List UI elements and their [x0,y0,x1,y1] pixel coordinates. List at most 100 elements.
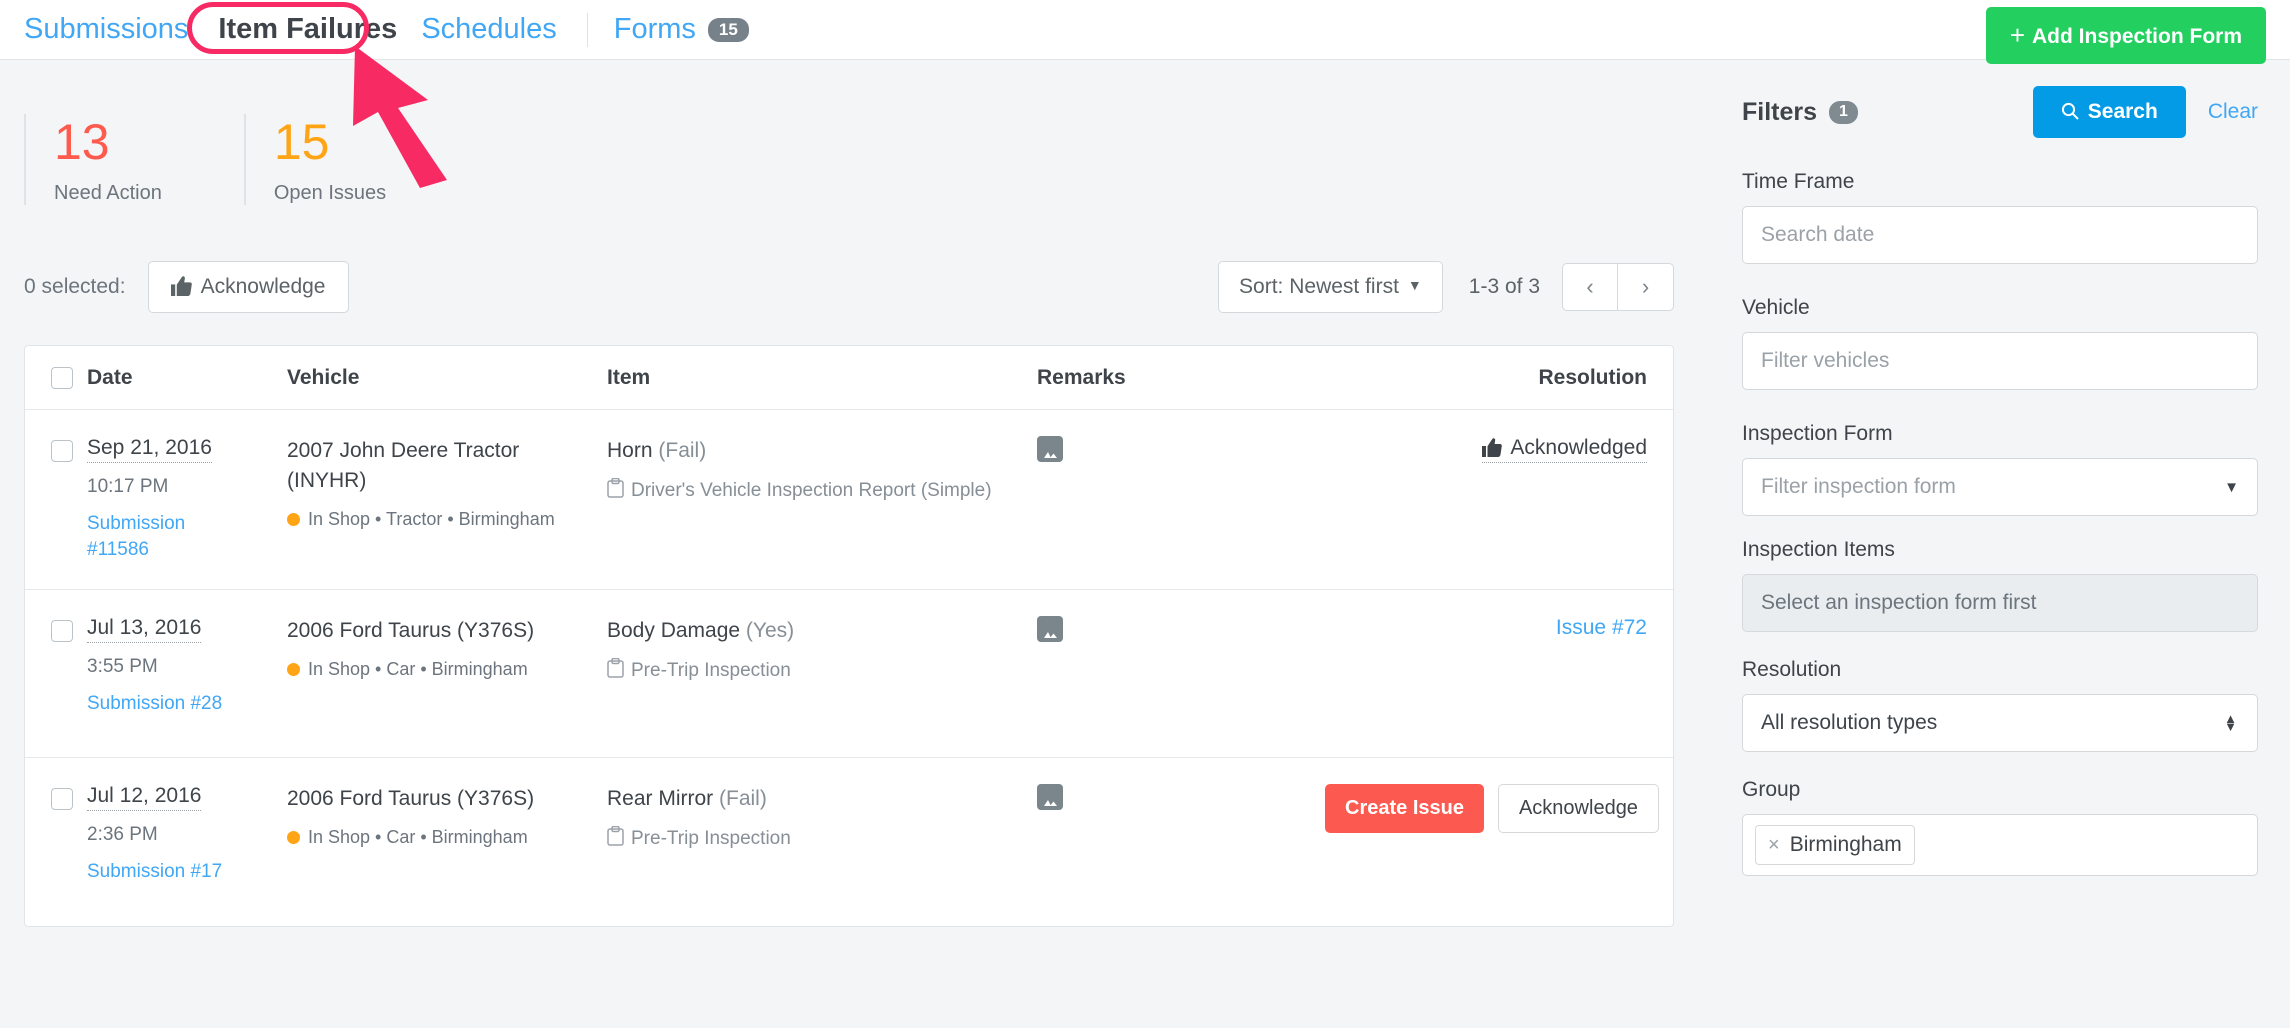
row-select-cell [25,784,87,900]
sort-label: Sort: Newest first [1239,275,1399,298]
stat-open-issues-label: Open Issues [274,182,386,205]
cell-item: Body Damage (Yes) Pre-Trip Inspection [607,616,1037,731]
item-failures-table: Date Vehicle Item Remarks Resolution Sep… [24,345,1674,927]
cell-date: Sep 21, 2016 10:17 PM Submission #11586 [87,436,287,563]
vehicle-meta-label: In Shop • Tractor • Birmingham [308,509,555,530]
column-header-item[interactable]: Item [607,366,1037,390]
filter-label-vehicle: Vehicle [1742,296,2258,320]
main-content: 13 Need Action 15 Open Issues 0 selected… [0,60,1710,1028]
cell-item: Rear Mirror (Fail) Pre-Trip Inspection [607,784,1037,900]
clipboard-icon [607,478,624,498]
sort-dropdown-button[interactable]: Sort: Newest first▼ [1218,261,1443,313]
filter-label-time-frame: Time Frame [1742,170,2258,194]
thumbs-up-icon [1482,438,1502,457]
vehicle-name[interactable]: 2006 Ford Taurus (Y376S) [287,616,607,646]
search-button[interactable]: Search [2033,86,2186,138]
select-all-checkbox[interactable] [51,367,73,389]
column-header-date[interactable]: Date [87,366,287,390]
vehicle-name[interactable]: 2007 John Deere Tractor (INYHR) [287,436,607,496]
tab-forms[interactable]: Forms 15 [614,13,749,46]
table-row: Jul 13, 2016 3:55 PM Submission #28 2006… [25,590,1673,758]
plus-icon: + [2010,20,2025,50]
vehicle-meta-label: In Shop • Car • Birmingham [308,827,528,848]
add-inspection-form-label: Add Inspection Form [2032,25,2242,48]
vehicle-filter-input[interactable]: Filter vehicles [1742,332,2258,390]
column-header-vehicle[interactable]: Vehicle [287,366,607,390]
status-dot-icon [287,831,300,844]
column-header-resolution[interactable]: Resolution [1325,366,1673,390]
bulk-acknowledge-button[interactable]: Acknowledge [148,261,349,313]
vehicle-name[interactable]: 2006 Ford Taurus (Y376S) [287,784,607,814]
stats-row: 13 Need Action 15 Open Issues [24,60,1710,205]
selected-count-label: 0 selected: [24,275,126,299]
cell-remarks [1037,616,1325,731]
row-date[interactable]: Sep 21, 2016 [87,436,212,463]
resolution-acknowledged[interactable]: Acknowledged [1482,436,1647,463]
clipboard-icon [607,826,624,846]
row-time: 2:36 PM [87,824,287,846]
acknowledge-button[interactable]: Acknowledge [1498,784,1659,833]
inspection-form-dropdown[interactable]: Filter inspection form ▼ [1742,458,2258,516]
cell-vehicle: 2006 Ford Taurus (Y376S) In Shop • Car •… [287,616,607,731]
row-checkbox[interactable] [51,788,73,810]
filter-label-inspection-form: Inspection Form [1742,422,2258,446]
time-frame-input[interactable]: Search date [1742,206,2258,264]
stat-need-action-label: Need Action [54,182,162,205]
row-time: 10:17 PM [87,476,287,498]
item-result: (Yes) [746,619,794,642]
cell-date: Jul 12, 2016 2:36 PM Submission #17 [87,784,287,900]
column-header-remarks[interactable]: Remarks [1037,366,1325,390]
item-form: Driver's Vehicle Inspection Report (Simp… [607,477,1037,505]
pagination-range-label: 1-3 of 3 [1469,275,1540,299]
next-page-button[interactable]: › [1618,263,1674,311]
resolution-label: Acknowledged [1510,436,1647,459]
search-button-label: Search [2088,100,2158,123]
item-name[interactable]: Horn (Fail) [607,436,1037,466]
add-inspection-form-button[interactable]: + Add Inspection Form [1986,7,2266,64]
item-form: Pre-Trip Inspection [607,657,1037,685]
item-name[interactable]: Rear Mirror (Fail) [607,784,1037,814]
search-icon [2061,102,2079,120]
filter-label-inspection-items: Inspection Items [1742,538,2258,562]
item-name[interactable]: Body Damage (Yes) [607,616,1037,646]
group-tag-input[interactable]: × Birmingham [1742,814,2258,876]
issue-link[interactable]: Issue #72 [1556,616,1647,639]
clipboard-icon [607,658,624,678]
row-checkbox[interactable] [51,440,73,462]
row-checkbox[interactable] [51,620,73,642]
thumbs-up-icon [171,276,192,296]
filters-panel: Filters 1 Search Clear Time Frame Search… [1710,60,2290,1028]
pagination-controls: ‹ › [1562,263,1674,311]
submission-link[interactable]: Submission #28 [87,691,287,717]
table-row: Jul 12, 2016 2:36 PM Submission #17 2006… [25,758,1673,926]
submission-link[interactable]: Submission #11586 [87,511,217,563]
resolution-select[interactable]: All resolution types ▲▼ [1742,694,2258,752]
filters-header: Filters 1 Search Clear [1742,86,2258,138]
item-form-label: Driver's Vehicle Inspection Report (Simp… [631,480,992,501]
group-tag-birmingham[interactable]: × Birmingham [1755,825,1915,865]
table-row: Sep 21, 2016 10:17 PM Submission #11586 … [25,410,1673,590]
submission-link[interactable]: Submission #17 [87,859,287,885]
photo-icon[interactable] [1037,436,1063,462]
filters-title: Filters [1742,98,1817,127]
filter-label-group: Group [1742,778,2258,802]
prev-page-button[interactable]: ‹ [1562,263,1618,311]
item-result: (Fail) [658,439,706,462]
select-spinner-icon: ▲▼ [2224,715,2237,731]
vehicle-meta: In Shop • Car • Birmingham [287,659,607,680]
clear-filters-link[interactable]: Clear [2208,100,2258,124]
item-form-label: Pre-Trip Inspection [631,828,791,849]
photo-icon[interactable] [1037,784,1063,810]
stat-open-issues-value: 15 [274,114,386,170]
group-tag-label: Birmingham [1790,833,1902,857]
create-issue-button[interactable]: Create Issue [1325,784,1484,833]
tab-schedules[interactable]: Schedules [421,13,556,46]
cell-item: Horn (Fail) Driver's Vehicle Inspection … [607,436,1037,563]
tab-item-failures[interactable]: Item Failures [218,13,397,46]
tab-submissions[interactable]: Submissions [24,13,188,46]
row-date[interactable]: Jul 12, 2016 [87,784,201,811]
photo-icon[interactable] [1037,616,1063,642]
vehicle-meta-label: In Shop • Car • Birmingham [308,659,528,680]
remove-tag-icon[interactable]: × [1768,834,1780,857]
row-date[interactable]: Jul 13, 2016 [87,616,201,643]
